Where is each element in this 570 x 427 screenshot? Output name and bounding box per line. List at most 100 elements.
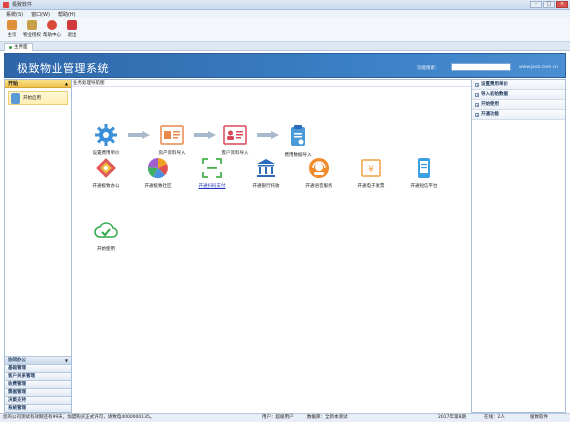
feature-label: 开始使用 [97, 247, 115, 252]
expand-icon: + [475, 92, 479, 97]
menu-window[interactable]: 窗口(W) [31, 11, 50, 18]
quick-label: 设置费用单价 [481, 81, 508, 87]
help-icon [47, 20, 57, 30]
title-bar: 极致软件 - □ × [0, 0, 570, 10]
close-button[interactable]: × [556, 1, 568, 8]
home-icon [7, 20, 17, 30]
search-label: 功能搜索： [417, 66, 440, 71]
nav-group-basic[interactable]: 基础管理 [5, 364, 71, 372]
feature-scan-pay[interactable]: 开通扫码支付 [190, 157, 234, 189]
left-navigation-panel: 开始 ▲ 开始启用 协同办公 ▼ 基础管理 客户关系管理 收费管理 票据管理 决策… [4, 79, 72, 413]
nav-group-label: 决策支持 [8, 398, 26, 403]
flow-import-property[interactable]: 房产资料导入 [150, 124, 194, 156]
exit-icon [67, 20, 77, 30]
feature-label: 开通极致社区 [144, 184, 172, 189]
nav-group-label: 协同办公 [8, 358, 26, 363]
quick-label: 导入初始数据 [481, 91, 508, 97]
nav-group-charges[interactable]: 收费管理 [5, 380, 71, 388]
community-icon [147, 157, 168, 179]
expand-icon: + [475, 112, 479, 117]
feature-bank-collection[interactable]: 开通银行托收 [244, 157, 288, 189]
app-logo-icon [3, 1, 9, 8]
feature-community[interactable]: 开通极致社区 [136, 157, 180, 189]
menu-help[interactable]: 帮助(H) [58, 11, 76, 18]
right-quick-panel: + 设置费用单价 + 导入初始数据 + 开始使用 + 开通功能 [471, 79, 566, 413]
window-title: 极致软件 [12, 2, 33, 8]
contact-card-icon [223, 125, 247, 145]
flow-import-customer[interactable]: 客户资料导入 [213, 124, 257, 156]
start-enable-item[interactable]: 开始启用 [8, 91, 68, 105]
feature-office[interactable]: 开通极致办公 [84, 157, 128, 189]
house-doc-icon [160, 125, 184, 145]
flow-import-fee-data[interactable]: 费用数据导入 [276, 124, 320, 158]
chevron-up-icon: ▲ [64, 81, 68, 86]
office-icon [96, 158, 116, 178]
quick-open-features[interactable]: + 开通功能 [472, 110, 565, 120]
feature-sms-platform[interactable]: 开通短信平台 [402, 157, 446, 189]
cloud-check-icon [94, 222, 118, 238]
expand-icon: + [475, 102, 479, 107]
function-search-input[interactable] [451, 63, 511, 71]
tab-main-label: 主界面 [14, 45, 28, 50]
nav-group-decision[interactable]: 决策支持 [5, 396, 71, 404]
nav-group-label: 票据管理 [8, 390, 26, 395]
svg-text:¥: ¥ [368, 165, 374, 175]
feature-label: 开通短信平台 [410, 184, 438, 189]
website-url: www.jeez.com.cn [519, 65, 559, 70]
flow-label: 房产资料导入 [158, 151, 186, 156]
app-banner: 极致物业管理系统 功能搜索： www.jeez.com.cn [4, 53, 566, 78]
quick-start-use[interactable]: + 开始使用 [472, 100, 565, 110]
status-online: 在线：2人 [484, 415, 505, 420]
nav-group-crm[interactable]: 客户关系管理 [5, 372, 71, 380]
tab-main[interactable]: 主界面 [4, 43, 33, 51]
feature-e-invoice[interactable]: ¥ 开通电子发票 [349, 157, 393, 189]
license-button[interactable]: 物业授权 [23, 20, 41, 38]
e-invoice-icon: ¥ [361, 159, 381, 177]
status-bar: 您的公司测试有效期还有99天，加盟购买正式许可，请致电4000000135。 用… [0, 413, 570, 422]
tab-status-icon [9, 46, 12, 49]
flow-arrow-icon [128, 131, 150, 139]
nav-group-label: 基础管理 [8, 366, 26, 371]
license-icon [27, 20, 37, 30]
quick-label: 开始使用 [481, 101, 499, 107]
help-center-button[interactable]: 帮助中心 [43, 20, 61, 38]
status-brand: 极致软件 [530, 415, 548, 420]
status-user: 用户：超级用户 [262, 415, 294, 420]
feature-label: 开通语音服务 [305, 184, 333, 189]
main-content: 业务处理导航图 设置费用单价 房产资料导入 客户资料导入 费用数据导入 开通极致… [72, 79, 471, 413]
nav-group-collaboration[interactable]: 协同办公 ▼ [5, 356, 71, 364]
start-section-label: 开始 [8, 81, 19, 87]
gear-icon [95, 124, 117, 146]
exit-button[interactable]: 退出 [64, 20, 80, 38]
expand-icon: + [475, 82, 479, 87]
bill-import-icon [291, 125, 305, 146]
voice-icon [309, 158, 329, 178]
quick-set-fee-price[interactable]: + 设置费用单价 [472, 80, 565, 90]
feature-label: 开通极致办公 [92, 184, 120, 189]
nav-group-system[interactable]: 系统管理 [5, 404, 71, 412]
help-center-button-label: 帮助中心 [43, 33, 61, 38]
feature-label: 开通电子发票 [357, 184, 385, 189]
home-button[interactable]: 主页 [4, 20, 20, 38]
exit-button-label: 退出 [67, 33, 77, 38]
nav-group-label: 系统管理 [8, 406, 26, 411]
menu-system[interactable]: 系统(S) [6, 11, 23, 18]
nav-group-label: 客户关系管理 [8, 374, 35, 379]
flow-label: 客户资料导入 [221, 151, 249, 156]
feature-voice-service[interactable]: 开通语音服务 [297, 157, 341, 189]
feature-start-use[interactable]: 开始使用 [84, 220, 128, 252]
status-database: 数据库：全新本测试 [307, 415, 348, 420]
home-button-label: 主页 [7, 33, 17, 38]
minimize-button[interactable]: - [530, 1, 542, 8]
start-section-header[interactable]: 开始 ▲ [5, 80, 71, 88]
quick-label: 开通功能 [481, 111, 499, 117]
flow-label: 设置费用单价 [92, 151, 120, 156]
quick-import-initial-data[interactable]: + 导入初始数据 [472, 90, 565, 100]
license-button-label: 物业授权 [23, 33, 41, 38]
tab-strip: 主界面 [0, 42, 570, 51]
feature-label: 开通银行托收 [252, 184, 280, 189]
nav-group-bills[interactable]: 票据管理 [5, 388, 71, 396]
flow-set-fee-price[interactable]: 设置费用单价 [84, 124, 128, 156]
maximize-button[interactable]: □ [543, 1, 555, 8]
bank-icon [257, 159, 275, 177]
